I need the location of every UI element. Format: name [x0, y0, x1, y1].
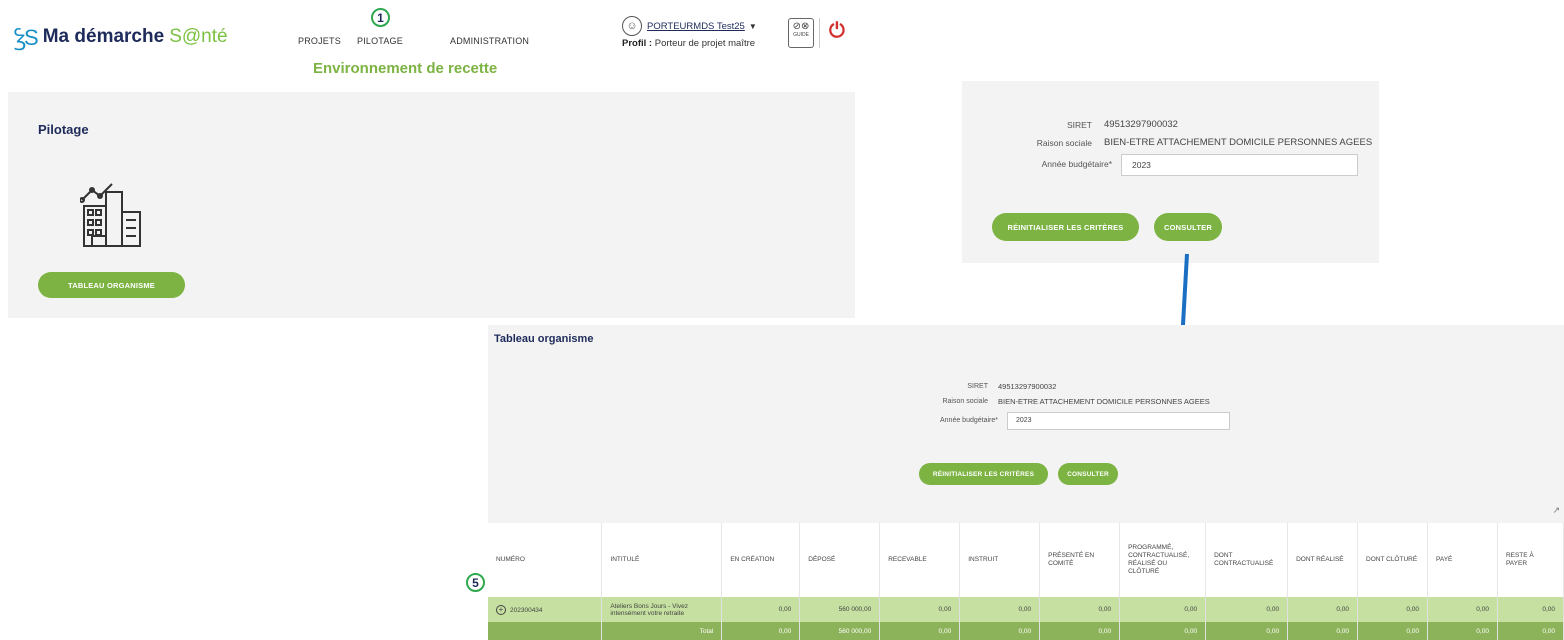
tableau-organisme-section: Tableau organisme SIRET 49513297900032 R…	[488, 325, 1564, 640]
total-cell: 0,00	[1427, 622, 1498, 640]
siret-value: 49513297900032	[1104, 119, 1178, 130]
column-header[interactable]: DONT CONTRACTUALISÉ	[1205, 523, 1289, 597]
nav-pilotage[interactable]: PILOTAGE	[357, 36, 403, 46]
table-cell: 0,00	[1039, 597, 1121, 622]
table-cell: 0,00	[1287, 597, 1359, 622]
table-row[interactable]: +202300434 Ateliers Bons Jours - Vivez i…	[488, 597, 1564, 622]
numero-cell[interactable]: +202300434	[488, 597, 603, 622]
annee-budgetaire-input[interactable]: 2023	[1121, 154, 1358, 176]
column-header[interactable]: INSTRUIT	[959, 523, 1041, 597]
siret-label: SIRET	[1066, 120, 1092, 130]
app-logo[interactable]: ꝢS Ma démarche S@nté	[14, 22, 228, 52]
column-header[interactable]: RESTE À PAYER	[1497, 523, 1564, 597]
raison-sociale-label: Raison sociale	[942, 398, 988, 405]
nav-administration[interactable]: ADMINISTRATION	[450, 36, 529, 46]
raison-sociale-label: Raison sociale	[1036, 138, 1092, 148]
profile-label: Profil :	[622, 38, 653, 49]
column-header[interactable]: DONT RÉALISÉ	[1287, 523, 1359, 597]
consulter-button[interactable]: CONSULTER	[1058, 463, 1118, 485]
intitule-cell: Ateliers Bons Jours - Vivez intensément …	[601, 597, 723, 622]
table-cell: 0,00	[1119, 597, 1207, 622]
annee-budgetaire-input[interactable]: 2023	[1007, 412, 1230, 430]
export-icon[interactable]: ↗	[1552, 505, 1560, 516]
column-header[interactable]: NUMÉRO	[488, 523, 603, 597]
logo-text: Ma démarche	[42, 26, 165, 47]
table-cell: 0,00	[1357, 597, 1428, 622]
table-cell: 0,00	[1427, 597, 1498, 622]
table-cell	[488, 622, 603, 640]
power-icon[interactable]: ⏻	[829, 20, 845, 43]
nav-projets[interactable]: PROJETS	[298, 36, 341, 46]
pilotage-title: Pilotage	[38, 122, 89, 137]
total-cell: 0,00	[1287, 622, 1359, 640]
column-header[interactable]: PAYÉ	[1427, 523, 1498, 597]
header-divider	[819, 18, 820, 48]
logo-accent-text: S@nté	[169, 26, 228, 47]
profile-value: Porteur de projet maître	[654, 38, 756, 49]
column-header[interactable]: EN CRÉATION	[721, 523, 801, 597]
table-cell: 0,00	[1497, 597, 1564, 622]
annee-budgetaire-label: Année budgétaire*	[1041, 159, 1112, 169]
column-header[interactable]: INTITULÉ	[601, 523, 723, 597]
siret-value: 49513297900032	[998, 382, 1057, 391]
consulter-button[interactable]: CONSULTER	[1154, 213, 1222, 241]
column-header[interactable]: DÉPOSÉ	[799, 523, 881, 597]
total-label: Total	[601, 622, 723, 640]
table-header-row: NUMÉRO INTITULÉ EN CRÉATION DÉPOSÉ RECEV…	[488, 523, 1564, 597]
user-name-link[interactable]: PORTEURMDS Test25	[647, 21, 745, 32]
total-cell: 0,00	[959, 622, 1041, 640]
environment-title: Environnement de recette	[313, 60, 498, 77]
numero-value: 202300434	[510, 606, 543, 614]
reinitialiser-criteres-button[interactable]: RÉINITIALISER LES CRITÈRES	[919, 463, 1048, 485]
total-cell: 560 000,00	[799, 622, 881, 640]
raison-sociale-value: BIEN-ETRE ATTACHEMENT DOMICILE PERSONNES…	[998, 397, 1210, 406]
logo-icon: ꝢS	[14, 25, 39, 50]
guide-icon[interactable]: ⊘⊗ GUIDE	[788, 18, 814, 48]
annee-budgetaire-label: Année budgétaire*	[940, 417, 998, 424]
building-chart-icon	[80, 183, 141, 247]
column-header[interactable]: PROGRAMMÉ, CONTRACTUALISÉ, RÉALISÉ OU CL…	[1119, 523, 1207, 597]
total-cell: 0,00	[1119, 622, 1207, 640]
table-cell: 560 000,00	[799, 597, 881, 622]
total-cell: 0,00	[1497, 622, 1564, 640]
table-cell: 0,00	[721, 597, 801, 622]
tableau-organisme-table: NUMÉRO INTITULÉ EN CRÉATION DÉPOSÉ RECEV…	[488, 523, 1564, 640]
total-row: Total 0,00 560 000,00 0,00 0,00 0,00 0,0…	[488, 622, 1564, 640]
tableau-organisme-title: Tableau organisme	[494, 333, 594, 345]
guide-label: GUIDE	[793, 32, 809, 38]
user-menu[interactable]: ☺ PORTEURMDS Test25 ▼ Profil : Porteur d…	[622, 16, 757, 49]
total-cell: 0,00	[1357, 622, 1428, 640]
total-cell: 0,00	[1039, 622, 1121, 640]
total-cell: 0,00	[879, 622, 961, 640]
total-cell: 0,00	[721, 622, 801, 640]
column-header[interactable]: PRÉSENTÉ EN COMITÉ	[1039, 523, 1121, 597]
column-header[interactable]: RECEVABLE	[879, 523, 961, 597]
table-cell: 0,00	[959, 597, 1041, 622]
siret-label: SIRET	[967, 383, 988, 390]
pilotage-card: Pilotage TABLEAU ORGANISME	[8, 92, 855, 318]
column-header[interactable]: DONT CLÔTURÉ	[1357, 523, 1428, 597]
total-cell: 0,00	[1205, 622, 1289, 640]
user-avatar-icon: ☺	[622, 16, 642, 36]
profile-line: Profil : Porteur de projet maître	[622, 38, 757, 49]
criteria-panel: SIRET 49513297900032 Raison sociale BIEN…	[962, 81, 1379, 263]
table-cell: 0,00	[879, 597, 961, 622]
chevron-down-icon[interactable]: ▼	[749, 22, 757, 31]
marker-1: 1	[371, 8, 390, 27]
tableau-organisme-button[interactable]: TABLEAU ORGANISME	[38, 272, 185, 298]
table-cell: 0,00	[1205, 597, 1289, 622]
marker-5: 5	[466, 573, 485, 592]
raison-sociale-value: BIEN-ETRE ATTACHEMENT DOMICILE PERSONNES…	[1104, 137, 1373, 148]
reinitialiser-criteres-button[interactable]: RÉINITIALISER LES CRITÈRES	[992, 213, 1139, 241]
expand-plus-icon[interactable]: +	[496, 604, 506, 615]
